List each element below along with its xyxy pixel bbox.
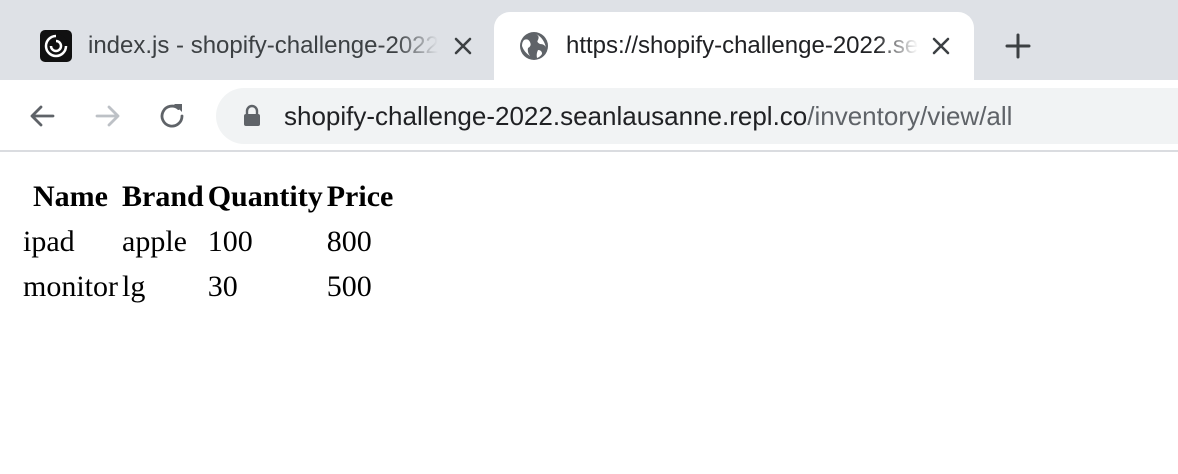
table-row: monitor lg 30 500 <box>22 265 394 308</box>
close-tab-icon[interactable] <box>449 32 477 60</box>
tab-strip: index.js - shopify-challenge-2022 https:… <box>0 0 1178 80</box>
tab-inventory-page[interactable]: https://shopify-challenge-2022.seanlausa… <box>494 12 974 80</box>
column-header-name: Name <box>33 180 108 213</box>
tab-title: https://shopify-challenge-2022.seanlausa… <box>566 32 918 59</box>
globe-icon <box>518 30 550 62</box>
replit-icon <box>40 30 72 62</box>
back-arrow-icon[interactable] <box>22 96 62 136</box>
url-text[interactable]: shopify-challenge-2022.seanlausanne.repl… <box>284 88 1012 144</box>
forward-arrow-icon[interactable] <box>88 96 128 136</box>
inventory-table: Name Brand Quantity Price ipad apple 100… <box>20 174 396 310</box>
tab-replit-editor[interactable]: index.js - shopify-challenge-2022 <box>0 12 494 80</box>
cell-price: 800 <box>326 224 372 258</box>
new-tab-plus-icon[interactable] <box>1002 30 1034 62</box>
close-tab-icon[interactable] <box>927 32 955 60</box>
lock-icon[interactable] <box>240 104 264 128</box>
cell-quantity: 30 <box>207 269 238 303</box>
table-row: ipad apple 100 800 <box>22 220 394 263</box>
tab-title: index.js - shopify-challenge-2022 <box>88 32 438 59</box>
cell-quantity: 100 <box>207 224 253 258</box>
address-bar[interactable]: shopify-challenge-2022.seanlausanne.repl… <box>216 88 1178 144</box>
cell-brand: apple <box>122 224 187 258</box>
cell-name: ipad <box>23 224 75 258</box>
column-header-price: Price <box>326 180 394 213</box>
url-host: shopify-challenge-2022.seanlausanne.repl… <box>284 101 808 131</box>
column-header-quantity: Quantity <box>207 180 323 213</box>
reload-icon[interactable] <box>152 96 192 136</box>
column-header-brand: Brand <box>122 180 204 213</box>
browser-toolbar: shopify-challenge-2022.seanlausanne.repl… <box>0 80 1178 152</box>
table-header-row: Name Brand Quantity Price <box>22 176 394 218</box>
cell-name: monitor <box>23 269 118 303</box>
cell-price: 500 <box>326 269 372 303</box>
cell-brand: lg <box>122 269 146 303</box>
page-content: Name Brand Quantity Price ipad apple 100… <box>0 154 1178 474</box>
url-path: /inventory/view/all <box>807 101 1013 131</box>
